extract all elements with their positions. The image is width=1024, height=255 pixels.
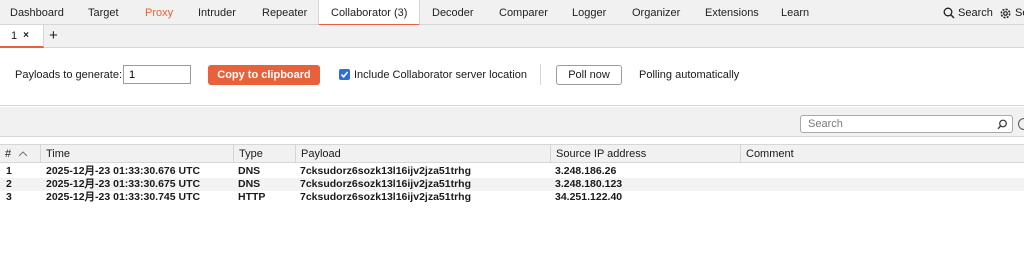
tab-logger[interactable]: Logger bbox=[572, 0, 606, 25]
row-number: 3 bbox=[6, 191, 12, 203]
row-payload: 7cksudorz6sozk13l16ijv2jza51trhg bbox=[300, 165, 472, 177]
row-payload: 7cksudorz6sozk13l16ijv2jza51trhg bbox=[300, 191, 472, 203]
collaborator-controls: Payloads to generate: Copy to clipboard … bbox=[0, 48, 1024, 106]
include-location-checkbox[interactable] bbox=[339, 69, 350, 80]
close-icon[interactable]: × bbox=[23, 30, 29, 41]
tab-learn[interactable]: Learn bbox=[781, 0, 809, 25]
tab-intruder[interactable]: Intruder bbox=[198, 0, 236, 25]
settings-label: Settings bbox=[1015, 7, 1024, 19]
column-payload[interactable]: Payload bbox=[296, 145, 551, 163]
checkmark-icon bbox=[340, 71, 349, 79]
toolbar-divider bbox=[540, 64, 541, 85]
tab-repeater[interactable]: Repeater bbox=[262, 0, 307, 25]
row-number: 2 bbox=[6, 178, 12, 190]
payloads-label: Payloads to generate: bbox=[15, 69, 123, 81]
poll-now-button[interactable]: Poll now bbox=[556, 65, 622, 85]
column-time[interactable]: Time bbox=[41, 145, 234, 163]
copy-to-clipboard-button[interactable]: Copy to clipboard bbox=[208, 65, 320, 85]
table-row[interactable]: 2 2025-12月-23 01:33:30.675 UTC DNS 7cksu… bbox=[0, 178, 1024, 191]
row-type: HTTP bbox=[238, 191, 266, 203]
subtab-1[interactable]: 1 × bbox=[0, 25, 44, 48]
row-number: 1 bbox=[6, 165, 12, 177]
payloads-count-input[interactable] bbox=[123, 65, 191, 84]
tab-dashboard[interactable]: Dashboard bbox=[10, 0, 64, 25]
include-location-label: Include Collaborator server location bbox=[354, 69, 528, 81]
row-type: DNS bbox=[238, 178, 261, 190]
table-header: # Time Type Payload Source IP address Co… bbox=[0, 144, 1024, 163]
row-time: 2025-12月-23 01:33:30.675 UTC bbox=[46, 178, 201, 190]
tab-comparer[interactable]: Comparer bbox=[499, 0, 548, 25]
row-type: DNS bbox=[238, 165, 261, 177]
column-source-ip[interactable]: Source IP address bbox=[551, 145, 741, 163]
row-time: 2025-12月-23 01:33:30.745 UTC bbox=[46, 191, 201, 203]
add-tab-button[interactable]: + bbox=[49, 28, 58, 43]
search-icon bbox=[943, 7, 955, 19]
clear-filter-icon[interactable] bbox=[1018, 118, 1024, 130]
tab-decoder[interactable]: Decoder bbox=[432, 0, 474, 25]
search-placeholder: Search bbox=[808, 118, 843, 130]
table-search-input[interactable]: Search bbox=[800, 115, 1013, 133]
table-row[interactable]: 3 2025-12月-23 01:33:30.745 UTC HTTP 7cks… bbox=[0, 191, 1024, 204]
row-source-ip: 3.248.180.123 bbox=[555, 178, 623, 190]
table-filter-bar: Search bbox=[0, 107, 1024, 137]
tab-proxy[interactable]: Proxy bbox=[145, 0, 173, 25]
main-tab-bar: Dashboard Target Proxy Intruder Repeater… bbox=[0, 0, 1024, 26]
row-source-ip: 3.248.186.26 bbox=[555, 165, 617, 177]
column-type[interactable]: Type bbox=[234, 145, 296, 163]
column-comment[interactable]: Comment bbox=[741, 145, 1024, 163]
collaborator-subtab-bar: 1 × + bbox=[0, 25, 1024, 48]
settings-button[interactable]: Settings bbox=[999, 6, 1024, 20]
search-icon bbox=[997, 119, 1007, 130]
global-search-button[interactable]: Search bbox=[943, 6, 993, 20]
column-number[interactable]: # bbox=[0, 145, 41, 163]
gear-icon bbox=[1000, 8, 1011, 18]
tab-organizer[interactable]: Organizer bbox=[632, 0, 680, 25]
row-time: 2025-12月-23 01:33:30.676 UTC bbox=[46, 165, 201, 177]
tab-target[interactable]: Target bbox=[88, 0, 119, 25]
table-row[interactable]: 1 2025-12月-23 01:33:30.676 UTC DNS 7cksu… bbox=[0, 165, 1024, 178]
sort-ascending-icon bbox=[18, 151, 28, 157]
row-source-ip: 34.251.122.40 bbox=[555, 191, 623, 203]
tab-extensions[interactable]: Extensions bbox=[705, 0, 759, 25]
tab-collaborator-label: Collaborator (3) bbox=[331, 7, 408, 19]
polling-status: Polling automatically bbox=[639, 69, 740, 81]
subtab-label: 1 bbox=[11, 29, 18, 42]
column-number-label: # bbox=[5, 148, 12, 160]
tab-collaborator[interactable]: Collaborator (3) bbox=[318, 0, 421, 26]
row-payload: 7cksudorz6sozk13l16ijv2jza51trhg bbox=[300, 178, 472, 190]
global-search-label: Search bbox=[958, 7, 993, 19]
